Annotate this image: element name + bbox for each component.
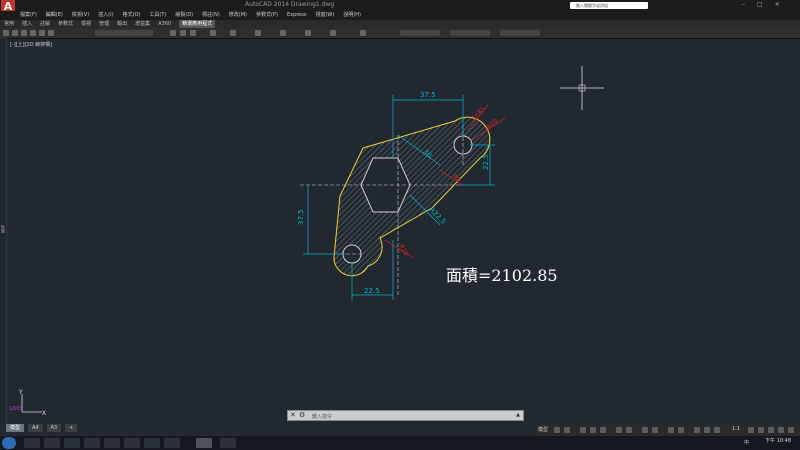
input-language[interactable]: 中 [744,439,749,446]
layout-tabs: 模型 A4 A3 + [6,424,78,432]
taskbar-app-icon[interactable] [104,438,120,448]
selection-cycling-icon[interactable] [668,427,674,433]
note-r-top: R10 [486,117,500,130]
annotation-visibility-icon[interactable] [704,427,710,433]
wrench-icon[interactable]: ⚙ [299,411,305,419]
taskbar-media-icon[interactable] [64,438,80,448]
taskbar-app2-icon[interactable] [144,438,160,448]
lineweight-icon[interactable] [642,427,648,433]
hardware-acceleration-icon[interactable] [778,427,784,433]
snap-icon[interactable] [564,427,570,433]
dim-bottom-width: 22.5 [364,287,380,295]
osnap-tracking-icon[interactable] [626,427,632,433]
taskbar-chrome-icon[interactable] [84,438,100,448]
close-icon[interactable]: ✕ [290,411,296,419]
customization-icon[interactable] [788,427,794,433]
add-layout-button[interactable]: + [65,424,78,432]
autoscale-icon[interactable] [714,427,720,433]
command-line[interactable]: ✕ ⚙ 鍵入指令 ▲ [287,410,524,421]
tab-model[interactable]: 模型 [6,424,25,432]
dim-left-height: 37.5 [297,209,305,225]
ortho-icon[interactable] [580,427,586,433]
clock-time[interactable]: 下午 10:48 [765,437,791,444]
taskbar-ie-icon[interactable] [24,438,40,448]
chevron-up-icon[interactable]: ▲ [516,412,520,418]
tab-layout-a4[interactable]: A4 [28,424,43,432]
taskbar-explorer-icon[interactable] [44,438,60,448]
transparency-icon[interactable] [652,427,658,433]
area-annotation[interactable]: 面積=2102.85 [446,262,558,286]
dim-top-width: 37.5 [420,91,436,99]
tab-layout-a3[interactable]: A3 [46,424,62,432]
grid-icon[interactable] [554,427,560,433]
taskbar-autocad-icon[interactable] [196,438,212,448]
3d-osnap-icon[interactable] [678,427,684,433]
isolate-objects-icon[interactable] [768,427,774,433]
start-button[interactable] [2,437,16,449]
ucs-x-label: X [42,410,46,417]
drawing-canvas[interactable]: 37.5 37.5 22.5 22.5 30 R22.5 2×R5 R10 R8… [0,0,800,450]
taskbar-mail-icon[interactable] [124,438,140,448]
dynamic-ucs-icon[interactable] [694,427,700,433]
command-prompt[interactable]: 鍵入指令 [312,413,332,420]
ucs-icon: Y X LOCK [10,389,46,417]
model-space-toggle[interactable]: 模型 [538,426,548,433]
annotation-monitor-icon[interactable] [758,427,764,433]
taskbar-app4-icon[interactable] [220,438,236,448]
ucs-y-label: Y [18,389,23,396]
isodraft-icon[interactable] [600,427,606,433]
dim-right-height: 22.5 [482,154,490,170]
crosshair-cursor-icon [560,66,604,110]
object-snap-icon[interactable] [616,427,622,433]
ucs-lock-label: LOCK [10,406,24,412]
taskbar-app3-icon[interactable] [164,438,180,448]
taskbar: 中 下午 10:48 [0,436,800,450]
annotation-scale[interactable]: 1:1 [732,426,740,432]
note-r-bottom: R10 [398,244,410,258]
status-bar: 模型 1:1 [536,424,800,436]
polar-icon[interactable] [590,427,596,433]
workspace-icon[interactable] [748,427,754,433]
